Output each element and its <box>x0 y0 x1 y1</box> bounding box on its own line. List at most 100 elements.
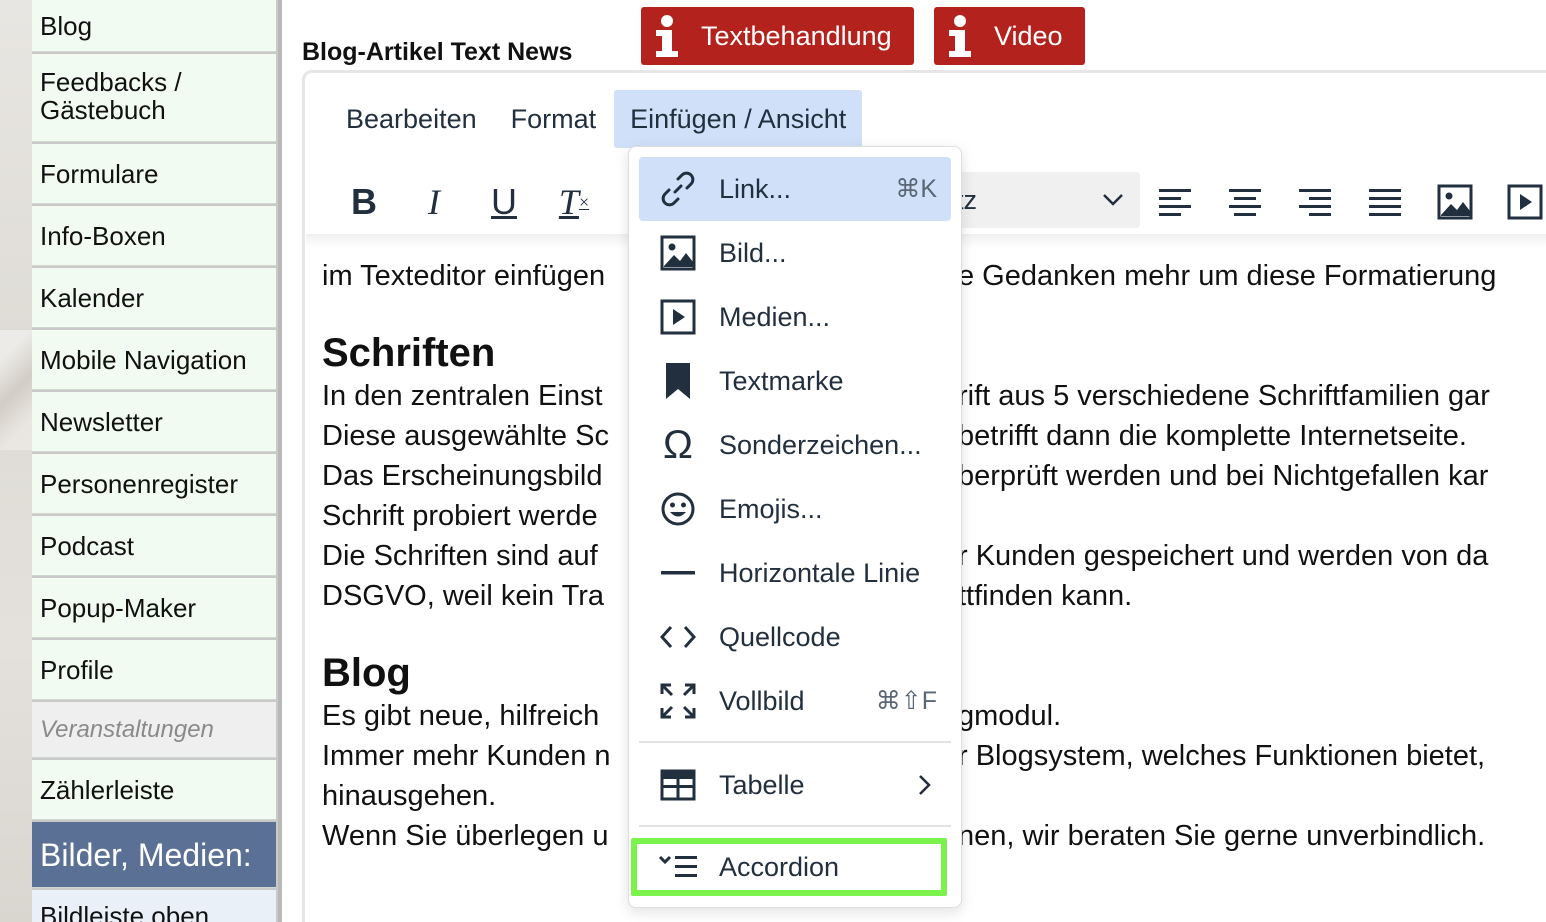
info-icon <box>651 14 683 58</box>
italic-button[interactable]: I <box>404 170 464 234</box>
sidebar-item-zaehlerleiste[interactable]: Zählerleiste <box>32 760 276 820</box>
sidebar-item-info-boxen[interactable]: Info-Boxen <box>32 206 276 266</box>
sidebar-item-veranstaltungen: Veranstaltungen <box>32 702 276 758</box>
menu-item-quellcode[interactable]: Quellcode <box>639 605 951 669</box>
content-text: Wenn Sie überlegen u <box>322 820 609 852</box>
content-text: rift aus 5 verschiedene Schriftfamilien … <box>958 380 1490 412</box>
align-right-icon[interactable] <box>1285 170 1345 234</box>
sidebar-item-label: Mobile Navigation <box>40 344 247 375</box>
menu-item-tabelle[interactable]: Tabelle <box>639 753 951 817</box>
menu-separator <box>639 825 951 827</box>
sidebar-item-label: Formulare <box>40 158 159 189</box>
sidebar-item-label: Zählerleiste <box>40 774 175 805</box>
content-text: Das Erscheinungsbild <box>322 460 603 492</box>
media-icon <box>647 285 709 349</box>
sidebar-item-personenregister[interactable]: Personenregister <box>32 454 276 514</box>
sidebar-item-formulare[interactable]: Formulare <box>32 144 276 204</box>
sidebar-item-mobile-navigation[interactable]: Mobile Navigation <box>32 330 276 390</box>
editor-menubar: Bearbeiten Format Einfügen / Ansicht <box>330 90 863 148</box>
menu-item-label: Tabelle <box>719 769 805 800</box>
accordion-highlight-frame <box>631 838 947 896</box>
chevron-down-icon <box>1103 194 1123 206</box>
menu-format[interactable]: Format <box>495 90 613 148</box>
align-left-icon[interactable] <box>1145 170 1205 234</box>
sidebar-item-bildleiste-oben[interactable]: Bildleiste oben <box>32 890 276 922</box>
menu-item-textmarke[interactable]: Textmarke <box>639 349 951 413</box>
menu-einfuegen-ansicht[interactable]: Einfügen / Ansicht <box>614 90 863 148</box>
insert-dropdown-menu: Link... ⌘K Bild... Medien... Textmarke Ω… <box>628 146 962 908</box>
bookmark-icon <box>647 349 709 413</box>
clear-format-x-icon: × <box>578 191 590 212</box>
horizontal-line-icon <box>647 541 709 605</box>
menu-item-label: Bild... <box>719 237 787 268</box>
sidebar-item-feedbacks[interactable]: Feedbacks / Gästebuch <box>32 54 276 142</box>
clear-format-button[interactable]: T × <box>544 170 604 234</box>
sidebar-item-label: Bildleiste oben <box>40 901 210 922</box>
page-title: Blog-Artikel Text News <box>302 38 573 66</box>
omega-icon: Ω <box>663 422 693 467</box>
menu-item-label: Vollbild <box>719 685 805 716</box>
menu-item-link[interactable]: Link... ⌘K <box>639 157 951 221</box>
info-button-textbehandlung[interactable]: Textbehandlung <box>641 7 914 65</box>
bold-button[interactable]: B <box>334 170 394 234</box>
content-text: Schrift probiert werde <box>322 500 598 532</box>
info-button-video[interactable]: Video <box>934 7 1085 65</box>
underline-button[interactable]: U <box>474 170 534 234</box>
menu-item-label: Sonderzeichen... <box>719 429 922 460</box>
info-button-label: Video <box>994 20 1063 51</box>
content-text: e Gedanken mehr um diese Formatierung <box>958 260 1497 292</box>
sidebar-item-popup-maker[interactable]: Popup-Maker <box>32 578 276 638</box>
code-icon <box>647 605 709 669</box>
sidebar: Blog Feedbacks / Gästebuch Formulare Inf… <box>32 0 278 922</box>
font-size-select[interactable]: tz <box>940 172 1140 228</box>
menu-item-label: Quellcode <box>719 621 841 652</box>
align-center-icon[interactable] <box>1215 170 1275 234</box>
menu-bearbeiten[interactable]: Bearbeiten <box>330 90 493 148</box>
content-text: betrifft dann die komplette Internetseit… <box>958 420 1467 452</box>
chevron-right-icon <box>919 775 931 795</box>
sidebar-item-label: Personenregister <box>40 468 238 499</box>
image-icon <box>647 221 709 285</box>
menu-item-bild[interactable]: Bild... <box>639 221 951 285</box>
link-icon <box>647 157 709 221</box>
content-text: ttfinden kann. <box>958 580 1133 612</box>
menu-item-label: Emojis... <box>719 493 823 524</box>
sidebar-item-label: Blog <box>40 10 93 41</box>
background-texture <box>0 0 32 922</box>
sidebar-item-kalender[interactable]: Kalender <box>32 268 276 328</box>
menu-item-vollbild[interactable]: Vollbild ⌘⇧F <box>639 669 951 733</box>
menu-item-label: Horizontale Linie <box>719 557 921 588</box>
menu-item-label: Medien... <box>719 301 831 332</box>
sidebar-item-newsletter[interactable]: Newsletter <box>32 392 276 452</box>
sidebar-item-podcast[interactable]: Podcast <box>32 516 276 576</box>
sidebar-divider <box>278 0 282 922</box>
sidebar-section-label: Bilder, Medien: <box>40 836 252 873</box>
menu-separator <box>639 741 951 743</box>
menu-item-medien[interactable]: Medien... <box>639 285 951 349</box>
menu-item-horizontale-linie[interactable]: Horizontale Linie <box>639 541 951 605</box>
emoji-icon <box>647 477 709 541</box>
sidebar-item-label: Feedbacks / Gästebuch <box>40 67 182 125</box>
sidebar-item-blog[interactable]: Blog <box>32 0 276 52</box>
content-text: nen, wir beraten Sie gerne unverbindlich… <box>958 820 1486 852</box>
menu-item-sonderzeichen[interactable]: Ω Sonderzeichen... <box>639 413 951 477</box>
info-icon <box>944 14 976 58</box>
sidebar-item-profile[interactable]: Profile <box>32 640 276 700</box>
content-text: berprüft werden und bei Nichtgefallen ka… <box>958 460 1489 492</box>
sidebar-item-label: Podcast <box>40 530 134 561</box>
content-text: Immer mehr Kunden n <box>322 740 611 772</box>
sidebar-item-label: Profile <box>40 654 114 685</box>
sidebar-section-bilder-medien: Bilder, Medien: <box>32 822 276 888</box>
sidebar-item-label: Popup-Maker <box>40 592 197 623</box>
menu-item-label: Link... <box>719 173 792 204</box>
menu-item-label: Textmarke <box>719 365 844 396</box>
insert-media-icon[interactable] <box>1495 170 1546 234</box>
align-justify-icon[interactable] <box>1355 170 1415 234</box>
table-icon <box>647 753 709 817</box>
clear-format-label: T <box>558 182 579 222</box>
menu-item-shortcut: ⌘K <box>895 175 937 203</box>
sidebar-item-label: Newsletter <box>40 406 163 437</box>
menu-item-emojis[interactable]: Emojis... <box>639 477 951 541</box>
insert-image-icon[interactable] <box>1425 170 1485 234</box>
content-text: In den zentralen Einst <box>322 380 603 412</box>
